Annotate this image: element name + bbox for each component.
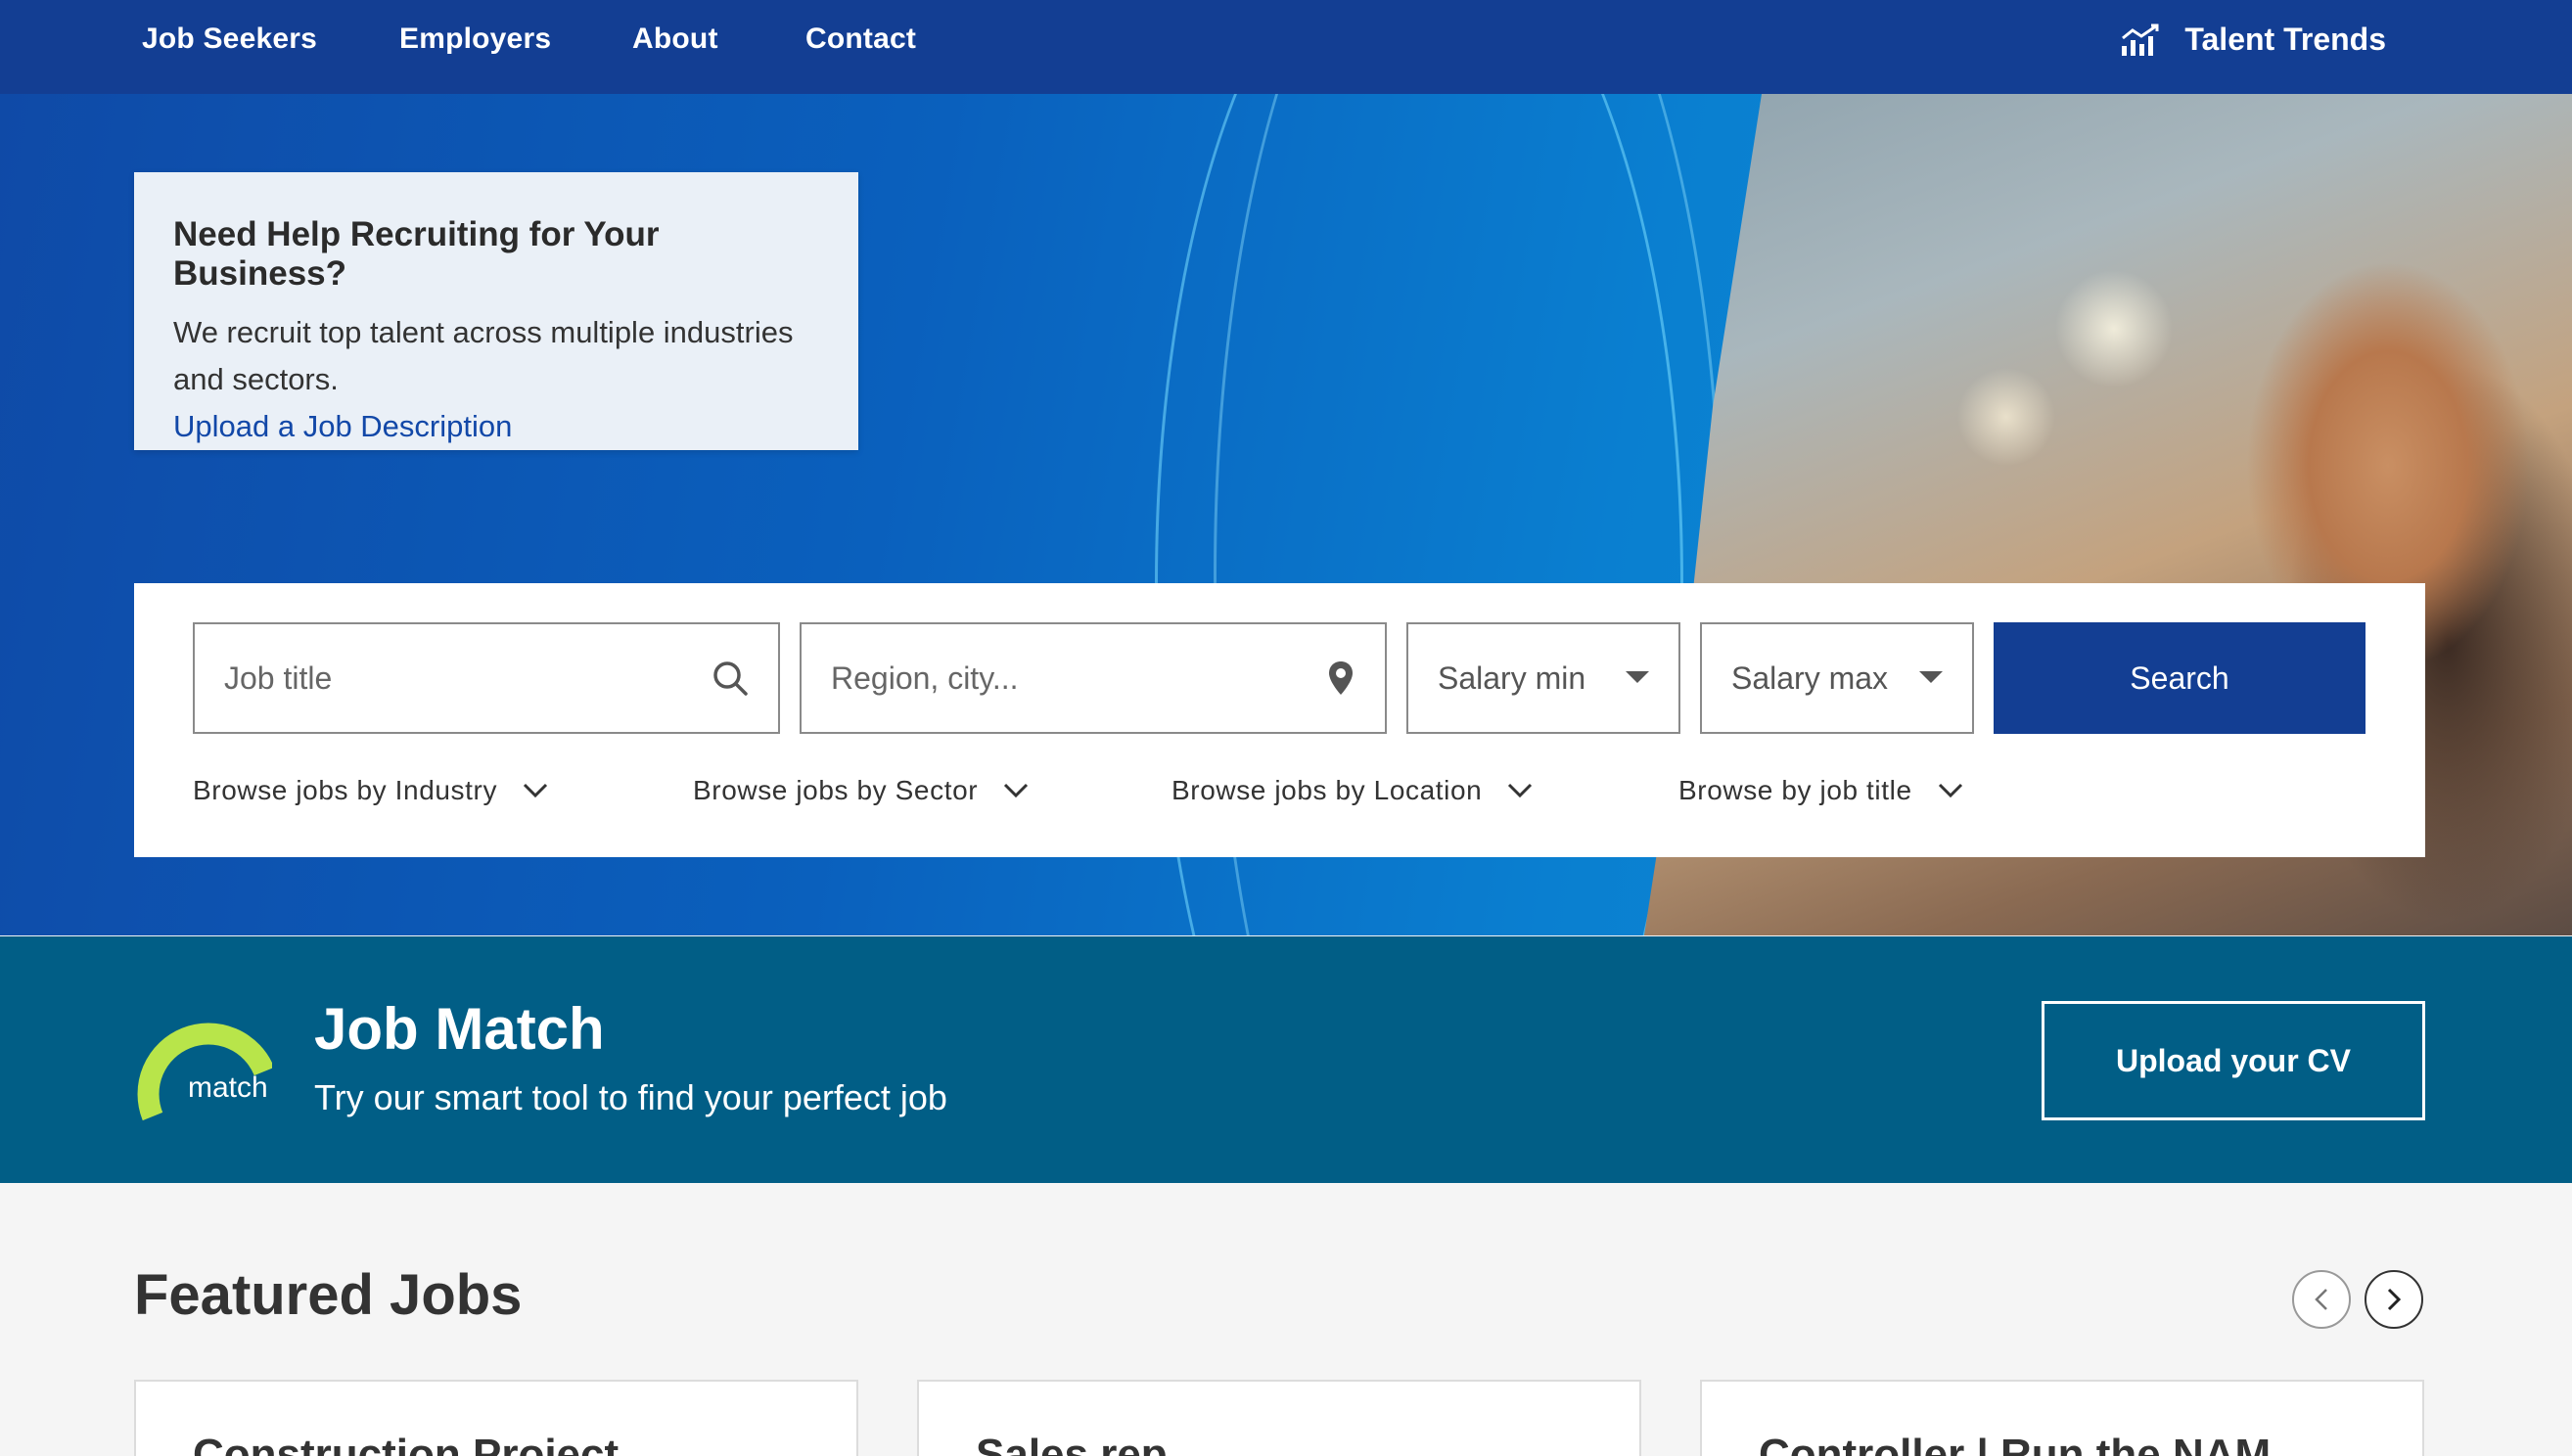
chevron-down-icon xyxy=(1004,783,1029,798)
search-icon[interactable] xyxy=(712,660,749,697)
browse-industry-dropdown[interactable]: Browse jobs by Industry xyxy=(193,775,548,806)
recruit-card-body: We recruit top talent across multiple in… xyxy=(173,315,794,396)
recruit-card-title: Need Help Recruiting for Your Business? xyxy=(173,215,660,293)
job-match-band: match Job Match Try our smart tool to fi… xyxy=(0,936,2572,1183)
talent-trends-link[interactable]: Talent Trends xyxy=(2120,0,2386,78)
chevron-down-icon xyxy=(1938,783,1962,798)
job-card[interactable]: Controller | Run the NAM xyxy=(1700,1380,2424,1456)
browse-location-dropdown[interactable]: Browse jobs by Location xyxy=(1171,775,1533,806)
browse-industry-label: Browse jobs by Industry xyxy=(193,775,498,805)
featured-jobs-title: Featured Jobs xyxy=(134,1263,523,1327)
nav-employers[interactable]: Employers xyxy=(399,0,551,78)
job-card-title: Sales rep xyxy=(976,1431,1168,1456)
match-logo-text: match xyxy=(188,1071,268,1104)
salary-max-value: Salary max xyxy=(1731,660,1889,696)
chevron-right-icon xyxy=(2387,1288,2402,1311)
location-input[interactable] xyxy=(831,660,1326,697)
browse-job-title-dropdown[interactable]: Browse by job title xyxy=(1678,775,1963,806)
browse-job-title-label: Browse by job title xyxy=(1678,775,1912,805)
job-card[interactable]: Construction Project xyxy=(134,1380,858,1456)
caret-down-icon xyxy=(1919,671,1943,685)
nav-about[interactable]: About xyxy=(632,0,718,78)
search-button[interactable]: Search xyxy=(1994,622,2365,734)
upload-cv-button[interactable]: Upload your CV xyxy=(2042,1001,2425,1120)
salary-min-select[interactable]: Salary min xyxy=(1406,622,1680,734)
chevron-down-icon xyxy=(1508,783,1533,798)
location-field xyxy=(800,622,1387,734)
carousel-prev-button[interactable] xyxy=(2292,1270,2351,1329)
browse-sector-dropdown[interactable]: Browse jobs by Sector xyxy=(693,775,1029,806)
chevron-left-icon xyxy=(2315,1289,2327,1310)
talent-trends-label: Talent Trends xyxy=(2184,21,2386,57)
carousel-next-button[interactable] xyxy=(2365,1270,2423,1329)
recruit-card: Need Help Recruiting for Your Business? … xyxy=(134,172,858,450)
job-card-title: Construction Project xyxy=(193,1431,620,1456)
job-match-logo: match xyxy=(135,1011,275,1133)
nav-job-seekers[interactable]: Job Seekers xyxy=(142,0,317,78)
chevron-down-icon xyxy=(523,783,548,798)
job-title-input[interactable] xyxy=(224,660,712,697)
salary-min-value: Salary min xyxy=(1438,660,1586,696)
top-nav: Job Seekers Employers About Contact Tale… xyxy=(0,0,2572,94)
upload-job-description-link[interactable]: Upload a Job Description xyxy=(173,403,819,450)
bar-chart-icon xyxy=(2122,23,2159,56)
browse-location-label: Browse jobs by Location xyxy=(1171,775,1483,805)
job-title-field xyxy=(193,622,780,734)
job-match-title: Job Match xyxy=(314,996,605,1062)
job-card[interactable]: Sales rep xyxy=(917,1380,1641,1456)
job-match-subtitle: Try our smart tool to find your perfect … xyxy=(314,1077,947,1117)
job-card-title: Controller | Run the NAM xyxy=(1759,1431,2272,1456)
map-pin-icon xyxy=(1326,660,1355,697)
nav-contact[interactable]: Contact xyxy=(805,0,916,78)
salary-max-select[interactable]: Salary max xyxy=(1700,622,1974,734)
browse-sector-label: Browse jobs by Sector xyxy=(693,775,979,805)
search-panel: Salary min Salary max Search Browse jobs… xyxy=(134,583,2425,857)
caret-down-icon xyxy=(1626,671,1649,685)
